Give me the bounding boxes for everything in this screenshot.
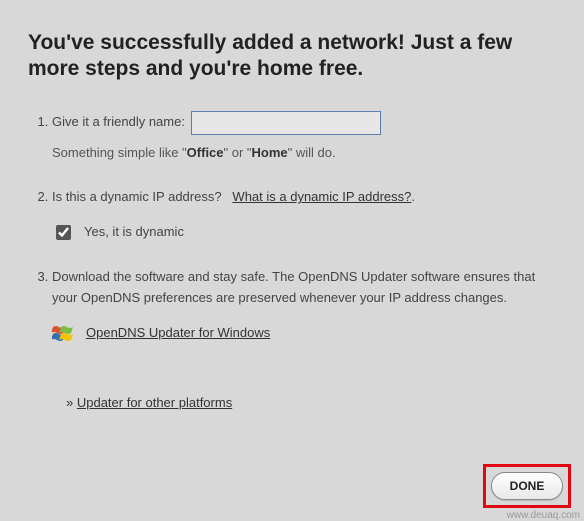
hint-text: " or " — [224, 145, 252, 160]
steps-list: Give it a friendly name: Something simpl… — [28, 111, 556, 345]
step3-body: Download the software and stay safe. The… — [52, 269, 535, 305]
hint-text: " will do. — [288, 145, 336, 160]
step-2: Is this a dynamic IP address? What is a … — [52, 187, 556, 243]
friendly-name-input[interactable] — [191, 111, 381, 135]
hint-example-2: Home — [252, 145, 288, 160]
step1-hint: Something simple like "Office" or "Home"… — [52, 143, 556, 164]
watermark: www.deuaq.com — [507, 510, 580, 521]
setup-panel: You've successfully added a network! Jus… — [0, 0, 584, 521]
step1-label: Give it a friendly name: — [52, 112, 185, 133]
dynamic-checkbox-label: Yes, it is dynamic — [84, 222, 184, 243]
done-button[interactable]: DONE — [491, 472, 563, 500]
windows-updater-link[interactable]: OpenDNS Updater for Windows — [86, 323, 270, 344]
other-platforms-row: » Updater for other platforms — [66, 395, 556, 410]
step-1: Give it a friendly name: Something simpl… — [52, 111, 556, 164]
windows-logo-icon — [52, 323, 74, 345]
step2-question: Is this a dynamic IP address? — [52, 189, 222, 204]
hint-example-1: Office — [187, 145, 224, 160]
dynamic-ip-help-link[interactable]: What is a dynamic IP address? — [232, 189, 411, 204]
page-title: You've successfully added a network! Jus… — [28, 30, 556, 83]
dynamic-checkbox[interactable] — [56, 225, 71, 240]
hint-text: Something simple like " — [52, 145, 187, 160]
done-highlight-box: DONE — [483, 464, 571, 508]
caret-icon: » — [66, 395, 77, 410]
step-3: Download the software and stay safe. The… — [52, 267, 556, 345]
other-platforms-link[interactable]: Updater for other platforms — [77, 395, 232, 410]
step2-tail: . — [411, 189, 415, 204]
